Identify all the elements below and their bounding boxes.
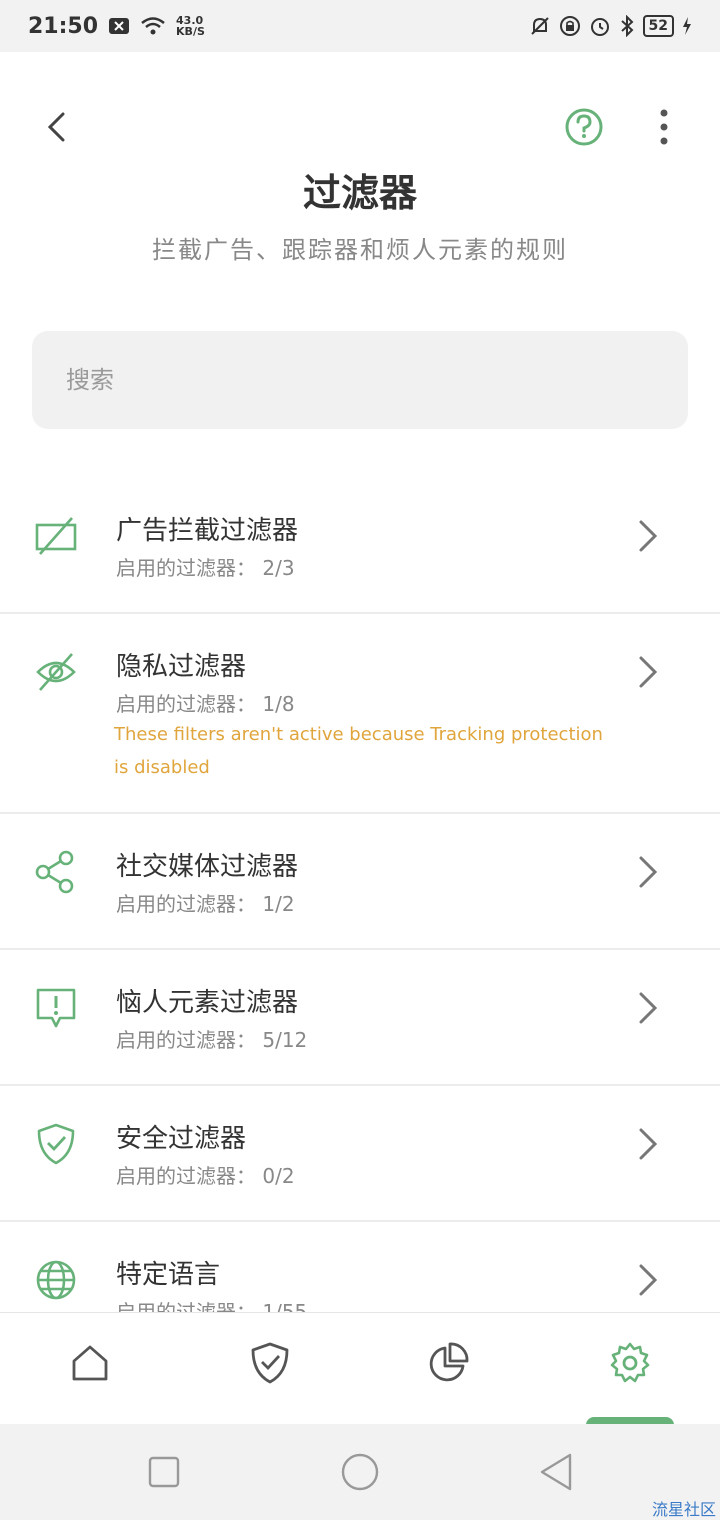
search-box[interactable] (32, 331, 688, 429)
filter-group-title: 特定语言 (116, 1260, 221, 1290)
filter-group-title: 广告拦截过滤器 (116, 516, 299, 546)
net-speed-unit: KB/S (176, 25, 205, 38)
more-options-button[interactable] (648, 107, 680, 147)
chevron-right-icon (639, 656, 658, 688)
bell-muted-icon (530, 17, 549, 35)
wifi-icon (141, 17, 165, 35)
watermark: 流星社区 (651, 1500, 716, 1519)
bottom-navigation (0, 1312, 720, 1425)
filter-group-title: 隐私过滤器 (116, 652, 247, 682)
chevron-left-icon (47, 112, 65, 142)
status-bar: 21:50 43.0 KB/S 52 (0, 0, 720, 52)
filter-group-list-visible: 广告拦截过滤器 启用的过滤器： 2/3 隐私过滤器 启用的过滤器： 1/8 Th… (0, 464, 720, 1312)
status-right: 52 (529, 15, 692, 37)
back-triangle-icon[interactable] (538, 1452, 574, 1492)
chevron-right-icon (639, 1264, 658, 1296)
battery-level: 52 (642, 15, 674, 37)
chevron-right-icon (639, 992, 658, 1024)
back-button[interactable] (36, 107, 76, 147)
recent-apps-icon[interactable] (148, 1456, 180, 1488)
filter-group-item-annoyances[interactable]: 恼人元素过滤器 启用的过滤器： 5/12 (0, 950, 720, 1086)
filter-group-title: 安全过滤器 (116, 1124, 247, 1154)
filter-group-title: 社交媒体过滤器 (116, 852, 299, 882)
nav-home-button[interactable] (68, 1341, 112, 1385)
home-icon (72, 1345, 108, 1381)
filter-group-subtitle: 启用的过滤器： 2/3 (116, 556, 295, 580)
help-icon (565, 108, 603, 146)
alert-message-icon (36, 988, 76, 1028)
status-time: 21:50 (28, 13, 99, 39)
filter-group-item-privacy[interactable]: 隐私过滤器 启用的过滤器： 1/8 These filters aren't a… (0, 614, 720, 814)
search-input[interactable] (64, 365, 688, 395)
alarm-icon (590, 18, 609, 36)
chevron-right-icon (639, 856, 658, 888)
globe-icon (36, 1260, 76, 1300)
status-left: 21:50 43.0 KB/S (28, 14, 205, 39)
nav-protection-button[interactable] (248, 1341, 292, 1385)
tracking-disabled-warning: These filters aren't active because Trac… (114, 724, 603, 778)
filter-group-subtitle: 启用的过滤器： 0/2 (116, 1164, 295, 1188)
bluetooth-icon (620, 15, 633, 37)
eye-off-icon (36, 653, 76, 691)
filter-group-item-language-specific[interactable]: 特定语言 启用的过滤器： 1/55 (0, 1222, 720, 1312)
shield-check-icon (37, 1123, 75, 1165)
notification-x-icon (109, 18, 130, 34)
filter-group-item-ad-blocking[interactable]: 广告拦截过滤器 启用的过滤器： 2/3 (0, 464, 720, 614)
shield-check-icon (251, 1342, 289, 1384)
page-subtitle: 拦截广告、跟踪器和烦人元素的规则 (152, 236, 568, 264)
filter-group-item-social-media[interactable]: 社交媒体过滤器 启用的过滤器： 1/2 (0, 814, 720, 950)
net-speed: 43.0 KB/S (176, 15, 205, 37)
ad-block-icon (35, 517, 77, 555)
help-button[interactable] (562, 105, 606, 149)
more-vertical-icon (660, 109, 668, 145)
system-navigation-bar: 流星社区 (0, 1424, 720, 1520)
filter-group-subtitle: 启用的过滤器： 1/8 (116, 692, 295, 716)
stats-pie-icon (429, 1342, 469, 1382)
chevron-right-icon (639, 1128, 658, 1160)
filter-group-subtitle: 启用的过滤器： 5/12 (116, 1028, 308, 1052)
charging-icon (683, 17, 691, 35)
filter-group-subtitle: 启用的过滤器： 1/55 (116, 1300, 308, 1312)
home-circle-icon[interactable] (340, 1452, 380, 1492)
nav-statistics-button[interactable] (426, 1341, 470, 1385)
gear-icon (610, 1342, 650, 1383)
filter-group-subtitle: 启用的过滤器： 1/2 (116, 892, 295, 916)
filter-group-item-security[interactable]: 安全过滤器 启用的过滤器： 0/2 (0, 1086, 720, 1222)
chevron-right-icon (639, 520, 658, 552)
nav-settings-button[interactable] (608, 1341, 652, 1385)
lock-rotation-icon (559, 16, 580, 36)
share-icon (35, 850, 74, 894)
page-title: 过滤器 (302, 171, 417, 215)
filter-group-title: 恼人元素过滤器 (116, 988, 299, 1018)
